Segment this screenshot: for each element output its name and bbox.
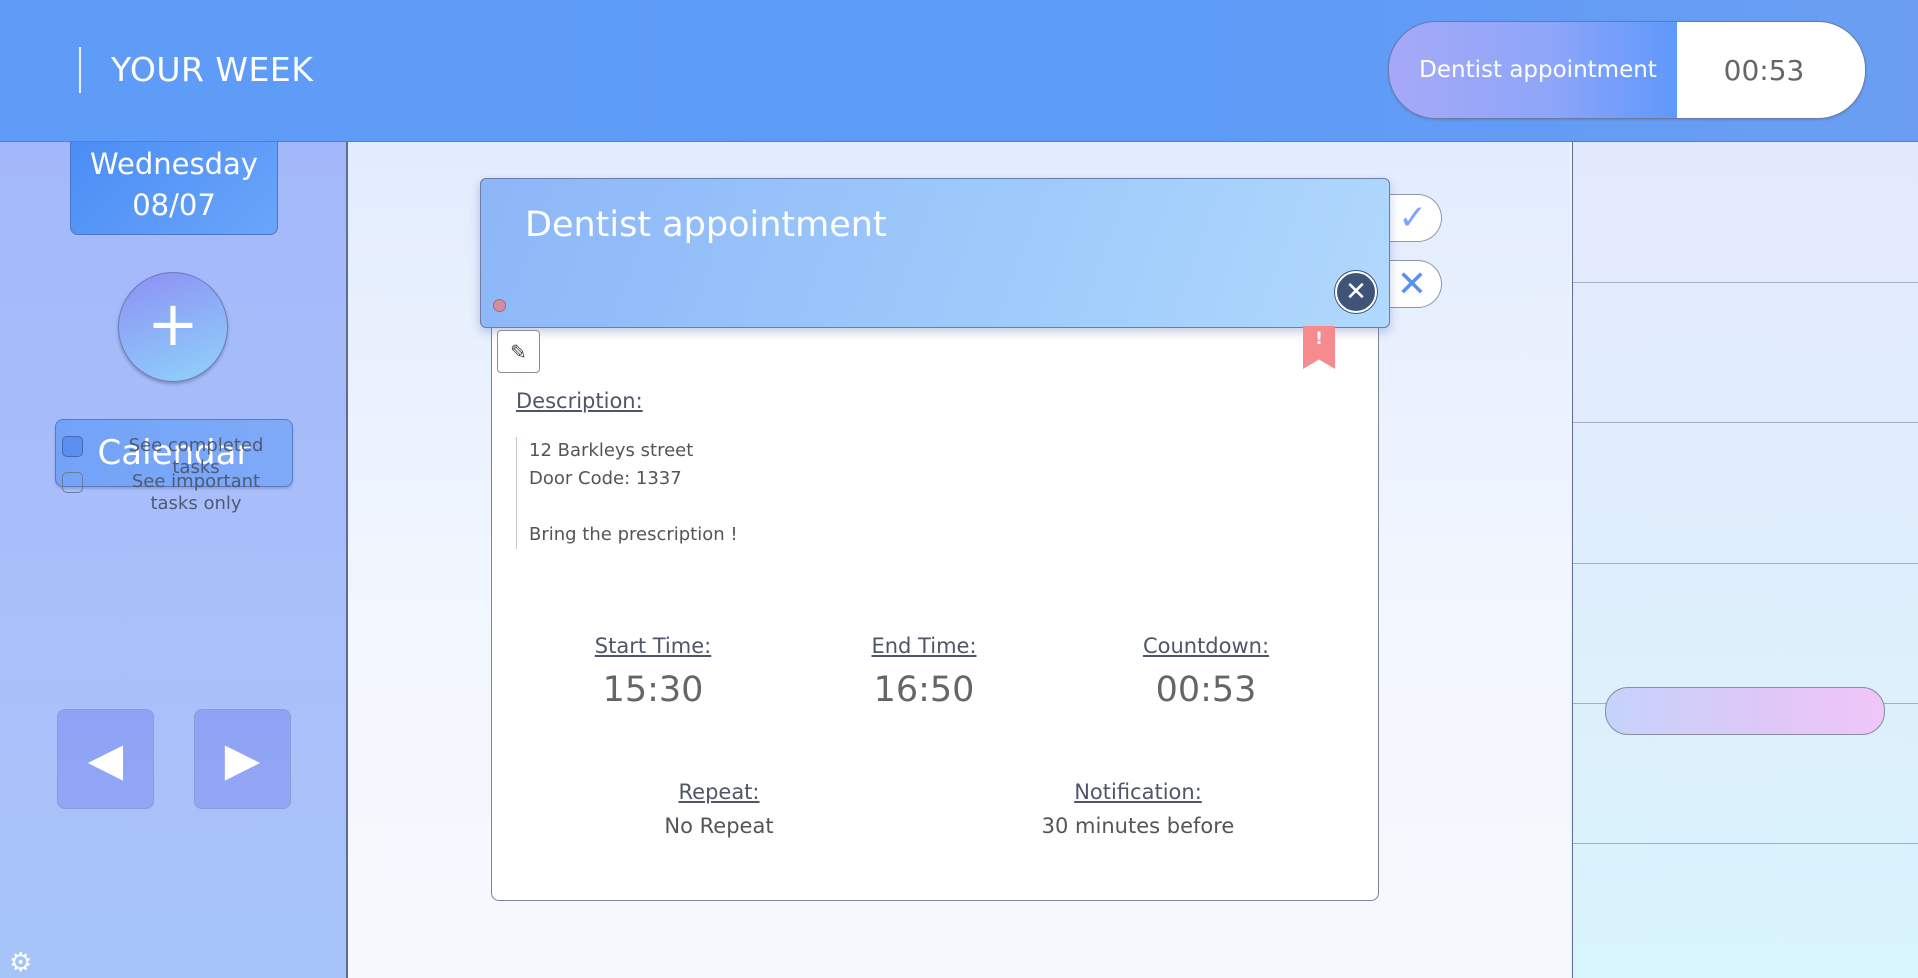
current-task-countdown: 00:53: [1677, 22, 1865, 118]
edit-task-button[interactable]: ✎: [497, 330, 540, 373]
countdown-label: Countdown:: [1142, 634, 1270, 658]
start-time-label: Start Time:: [594, 634, 712, 658]
repeat-value: No Repeat: [664, 814, 774, 838]
pencil-icon: ✎: [510, 339, 527, 364]
header-divider: [79, 47, 81, 93]
current-day-label: Wednesday: [90, 147, 258, 181]
plus-icon: +: [147, 287, 199, 360]
filter-completed-checkbox[interactable]: [62, 436, 83, 457]
timeline-divider: [1573, 282, 1918, 283]
countdown: Countdown: 00:53: [1086, 634, 1326, 710]
description-text: 12 Barkleys street Door Code: 1337 Bring…: [516, 437, 929, 549]
start-time: Start Time: 15:30: [533, 634, 773, 710]
filter-important-checkbox[interactable]: [62, 472, 83, 493]
check-icon: ✓: [1398, 198, 1428, 238]
end-time-value: 16:50: [873, 670, 975, 710]
description-label: Description:: [516, 389, 643, 413]
notification-value: 30 minutes before: [1041, 814, 1235, 838]
current-task-pill[interactable]: Dentist appointment 00:53: [1388, 21, 1866, 119]
arrow-right-icon: ▶: [224, 732, 261, 786]
gear-icon[interactable]: ⚙: [9, 950, 32, 976]
timeline-event[interactable]: [1605, 687, 1885, 735]
arrow-left-icon: ◀: [87, 732, 124, 786]
page-title: YOUR WEEK: [111, 50, 314, 89]
current-date: Wednesday 08/07: [70, 142, 278, 235]
end-time-label: End Time:: [871, 634, 977, 658]
delete-icon: ✕: [1396, 263, 1427, 305]
start-time-value: 15:30: [602, 670, 704, 710]
repeat: Repeat: No Repeat: [579, 780, 859, 838]
app-header: YOUR WEEK Dentist appointment 00:53: [0, 0, 1918, 142]
timeline-divider: [1573, 422, 1918, 423]
notification-label: Notification:: [1074, 780, 1202, 804]
task-title: Dentist appointment: [525, 205, 887, 245]
timeline-divider: [1573, 563, 1918, 564]
close-icon[interactable]: ✕: [1335, 271, 1377, 313]
task-color-dot: [493, 299, 506, 312]
previous-week-button[interactable]: ◀: [57, 709, 154, 809]
timeline-divider: [1573, 843, 1918, 844]
current-task-name[interactable]: Dentist appointment: [1389, 22, 1677, 118]
day-timeline: [1572, 142, 1918, 978]
current-date-label: 08/07: [132, 188, 216, 222]
filter-important-label: See important tasks only: [131, 471, 261, 514]
filter-important[interactable]: See important tasks only: [62, 471, 286, 515]
notification: Notification: 30 minutes before: [998, 780, 1278, 838]
task-title-card: Dentist appointment: [480, 178, 1390, 328]
repeat-label: Repeat:: [678, 780, 760, 804]
end-time: End Time: 16:50: [804, 634, 1044, 710]
add-task-button[interactable]: +: [118, 272, 228, 382]
sidebar: Wednesday 08/07 + Calendar See completed…: [0, 142, 348, 978]
next-week-button[interactable]: ▶: [194, 709, 291, 809]
countdown-value: 00:53: [1155, 670, 1257, 710]
